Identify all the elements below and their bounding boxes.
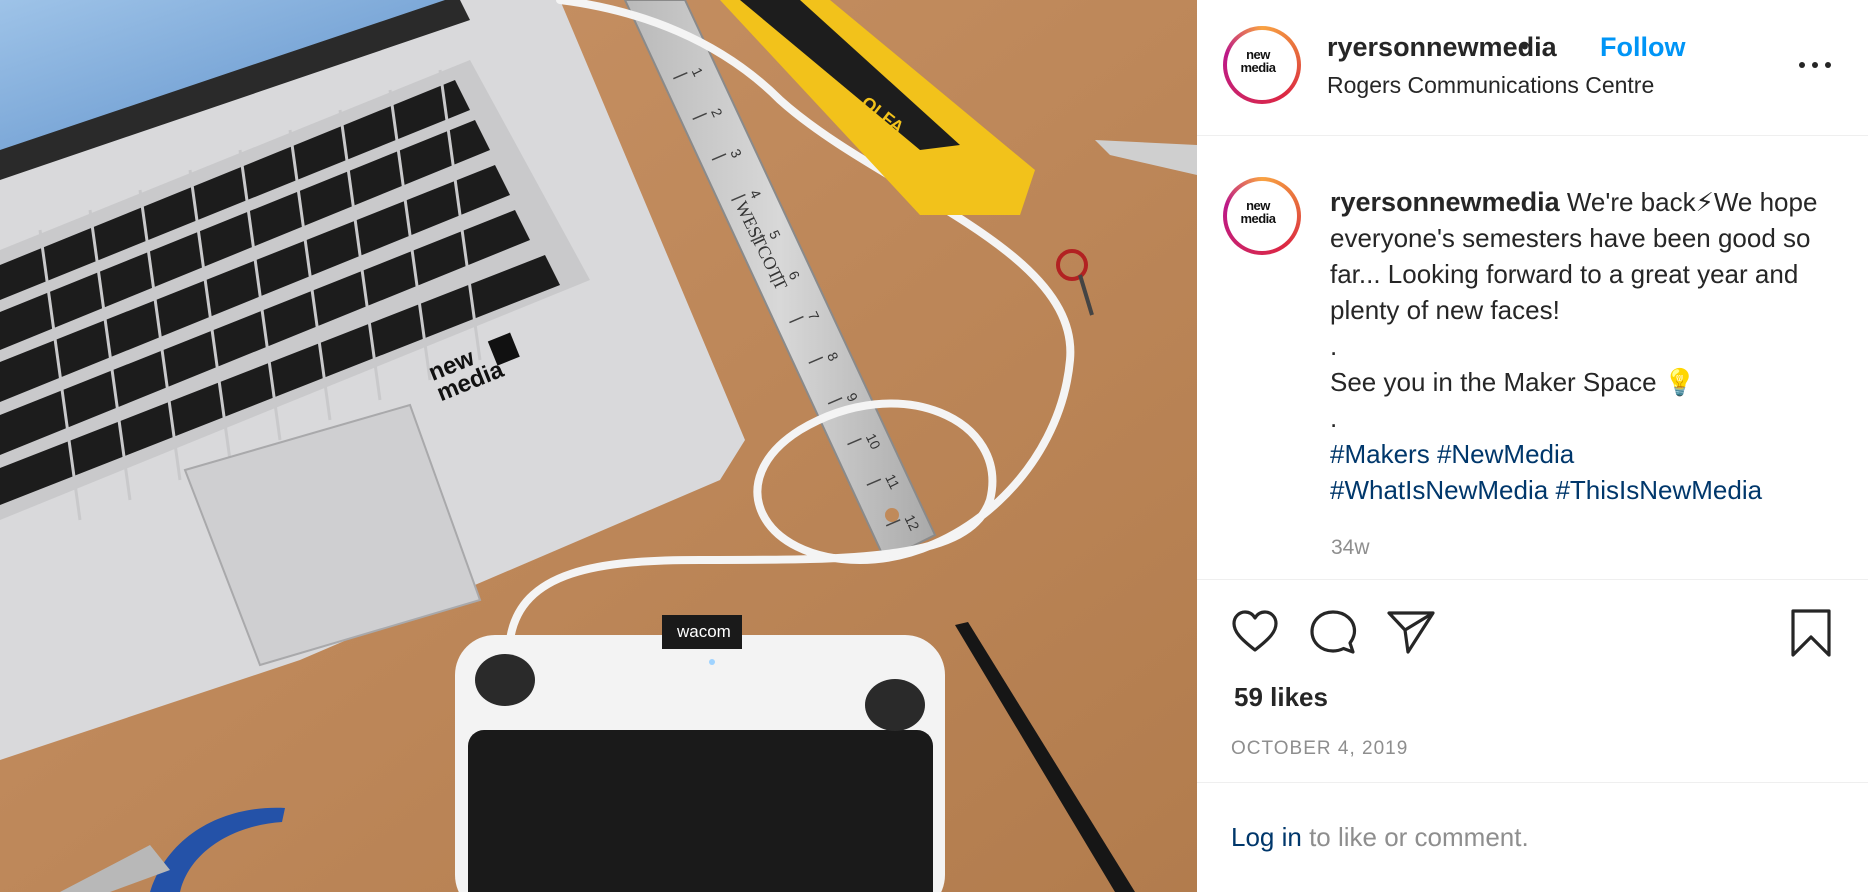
post-time-ago[interactable]: 34w (1331, 536, 1370, 560)
hashtag-link[interactable]: #NewMedia (1437, 439, 1574, 469)
comment-icon (1310, 610, 1357, 654)
caption-username[interactable]: ryersonnewmedia (1330, 187, 1560, 217)
separator-dot: • (1521, 34, 1529, 59)
svg-text:wacom: wacom (676, 622, 731, 641)
caption-text-2: See you in the Maker Space 💡 (1330, 367, 1697, 397)
heart-icon (1232, 610, 1278, 652)
hashtag-link[interactable]: #Makers (1330, 439, 1430, 469)
bookmark-icon (1791, 609, 1831, 657)
more-options-icon[interactable] (1797, 52, 1833, 76)
post-header: new media ryersonnewmedia • Follow Roger… (1197, 0, 1868, 136)
divider (1197, 782, 1868, 783)
likes-count[interactable]: 59 likes (1234, 682, 1328, 713)
save-button[interactable] (1789, 608, 1833, 658)
new-media-logo-icon: new media (1231, 34, 1285, 88)
share-button[interactable] (1386, 608, 1436, 656)
login-link[interactable]: Log in (1231, 822, 1302, 852)
new-media-logo-icon: new media (1231, 185, 1285, 239)
paper-plane-icon (1387, 611, 1435, 654)
post-caption: ryersonnewmedia We're back⚡We hope every… (1330, 184, 1845, 508)
hashtag-link[interactable]: #WhatIsNewMedia (1330, 475, 1548, 505)
comment-button[interactable] (1309, 608, 1357, 656)
login-prompt-text: to like or comment. (1301, 822, 1529, 852)
caption-avatar[interactable]: new media (1223, 177, 1301, 255)
follow-button[interactable]: Follow (1600, 32, 1685, 63)
hashtag-link[interactable]: #ThisIsNewMedia (1555, 475, 1762, 505)
post-details-panel: new media ryersonnewmedia • Follow Roger… (1197, 0, 1868, 892)
location-link[interactable]: Rogers Communications Centre (1327, 72, 1654, 99)
wacom-tablet-image: wacom (455, 615, 945, 892)
like-button[interactable] (1231, 608, 1279, 656)
caption-dot: . (1330, 403, 1338, 433)
post-date: OCTOBER 4, 2019 (1231, 738, 1409, 759)
login-prompt: Log in to like or comment. (1231, 822, 1529, 853)
divider (1197, 579, 1868, 580)
caption-dot: . (1330, 331, 1338, 361)
account-avatar[interactable]: new media (1223, 26, 1301, 104)
post-photo[interactable]: new media WESTCOTT 1 2 3 4 5 6 7 8 9 10 11 12 OLFA (0, 0, 1197, 892)
